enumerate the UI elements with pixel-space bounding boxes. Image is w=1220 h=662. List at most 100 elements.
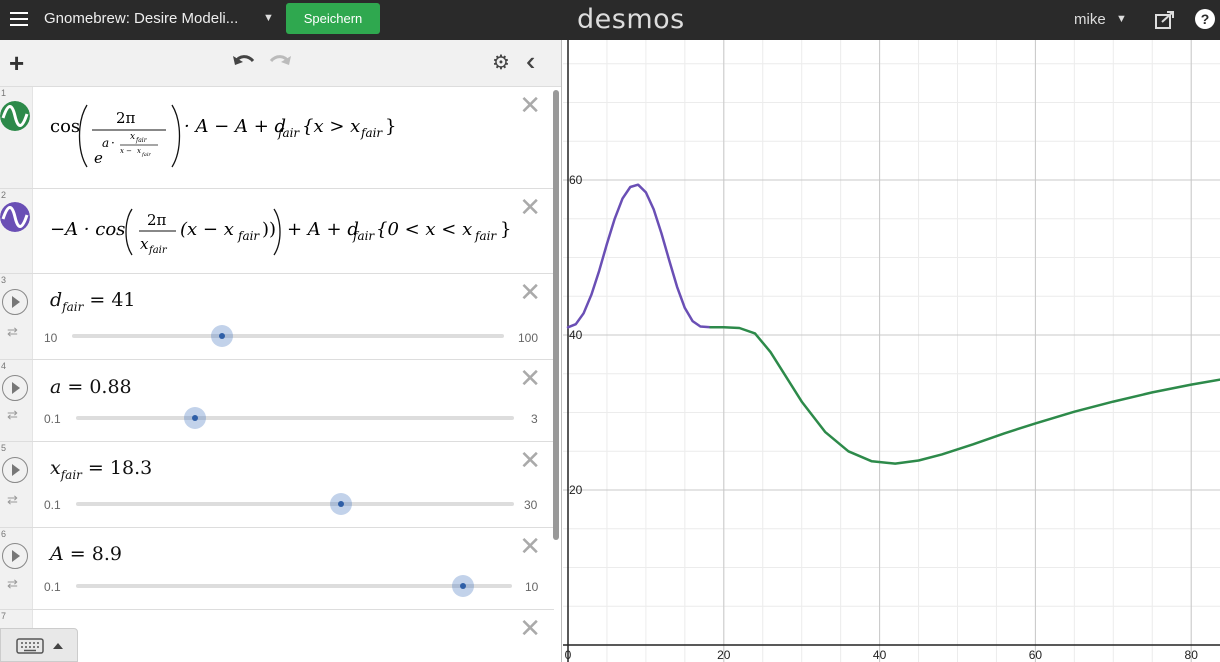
slider-row-A[interactable]: 6 ⇄ A = 8.9 0.1 10 ✕ xyxy=(0,528,554,610)
slider-track[interactable] xyxy=(76,416,514,420)
loop-icon[interactable]: ⇄ xyxy=(7,407,18,423)
delete-expression-icon[interactable]: ✕ xyxy=(519,92,541,118)
save-button[interactable]: Speichern xyxy=(286,3,380,34)
settings-gear-icon[interactable]: ⚙ xyxy=(492,53,510,73)
play-icon[interactable] xyxy=(2,375,28,401)
expr2-denominator: x xyxy=(140,235,149,253)
slider-label[interactable]: A = 8.9 xyxy=(50,543,122,565)
delete-expression-icon[interactable]: ✕ xyxy=(519,615,541,641)
graph-canvas[interactable]: 0 20 40 60 80 20 40 60 xyxy=(563,40,1220,662)
expr2-paren-close: )) xyxy=(262,219,276,240)
expression-gutter: 1 xyxy=(0,87,33,188)
expression-formula-1[interactable]: cos 2π a · x fair x − x fair e · A − A +… xyxy=(50,101,410,180)
series-curve-2 xyxy=(709,326,1220,465)
user-dropdown-icon[interactable]: ▼ xyxy=(1116,13,1127,25)
slider-max[interactable]: 3 xyxy=(531,412,538,426)
expr1-cond-fair: fair xyxy=(360,126,383,140)
slider-handle[interactable] xyxy=(184,407,206,429)
expression-index: 7 xyxy=(1,611,7,621)
slider-label[interactable]: xfair = 18.3 xyxy=(50,457,152,482)
slider-row-d-fair[interactable]: 3 ⇄ dfair = 41 10 100 ✕ xyxy=(0,274,554,360)
slider-handle[interactable] xyxy=(452,575,474,597)
y-tick-label: 40 xyxy=(569,328,583,342)
redo-icon[interactable] xyxy=(268,52,292,70)
purple-curve-icon[interactable] xyxy=(0,202,30,232)
expression-index: 2 xyxy=(1,190,7,200)
expr1-rest: · A − A + d xyxy=(184,116,286,137)
loop-icon[interactable]: ⇄ xyxy=(7,324,18,340)
slider-row-x-fair[interactable]: 5 ⇄ xfair = 18.3 0.1 30 ✕ xyxy=(0,442,554,528)
expr2-rest-fair: fair xyxy=(352,229,375,243)
expr2-numerator: 2π xyxy=(147,211,167,229)
expression-formula-2[interactable]: −A · cos 2π x fair (x − x fair )) + A + … xyxy=(50,203,520,264)
delete-expression-icon[interactable]: ✕ xyxy=(519,365,541,391)
expression-index: 6 xyxy=(1,529,7,539)
add-expression-icon[interactable]: + xyxy=(9,50,24,76)
x-tick-label: 80 xyxy=(1185,648,1199,662)
slider-row-a[interactable]: 4 ⇄ a = 0.88 0.1 3 ✕ xyxy=(0,360,554,442)
expression-index: 3 xyxy=(1,275,7,285)
x-tick-label: 0 xyxy=(565,648,572,662)
help-icon[interactable]: ? xyxy=(1195,9,1215,29)
cos-text: cos xyxy=(50,116,80,137)
undo-icon[interactable] xyxy=(232,52,256,70)
delete-expression-icon[interactable]: ✕ xyxy=(519,533,541,559)
graph-plot[interactable]: 0 20 40 60 80 20 40 60 xyxy=(563,40,1220,662)
expression-toolbar: + ⚙ ‹‹ xyxy=(0,40,561,87)
empty-expression-row[interactable]: 7 ✕ xyxy=(0,610,554,662)
x-tick-label: 40 xyxy=(873,648,887,662)
delete-expression-icon[interactable]: ✕ xyxy=(519,447,541,473)
slider-track[interactable] xyxy=(76,502,514,506)
exp-den-x: x xyxy=(137,147,141,155)
exp-fair: fair xyxy=(135,137,148,144)
delete-expression-icon[interactable]: ✕ xyxy=(519,279,541,305)
collapse-panel-icon[interactable]: ‹‹ xyxy=(526,48,538,74)
play-icon[interactable] xyxy=(2,543,28,569)
slider-min[interactable]: 0.1 xyxy=(44,580,61,594)
expression-gutter: 4 ⇄ xyxy=(0,360,33,441)
expr1-cond-close: } xyxy=(385,116,396,137)
numerator-text: 2π xyxy=(116,109,136,127)
slider-label[interactable]: dfair = 41 xyxy=(50,289,136,314)
var-name: x xyxy=(50,457,61,479)
slider-handle[interactable] xyxy=(330,493,352,515)
slider-max[interactable]: 10 xyxy=(525,580,538,594)
delete-expression-icon[interactable]: ✕ xyxy=(519,194,541,220)
keyboard-icon xyxy=(16,638,63,654)
graph-title[interactable]: Gnomebrew: Desire Modeli... xyxy=(44,10,238,27)
loop-icon[interactable]: ⇄ xyxy=(7,576,18,592)
slider-max[interactable]: 30 xyxy=(524,498,537,512)
slider-max[interactable]: 100 xyxy=(518,331,538,345)
share-icon[interactable] xyxy=(1154,9,1176,31)
slider-track[interactable] xyxy=(72,334,504,338)
green-curve-icon[interactable] xyxy=(0,101,30,131)
e-text: e xyxy=(94,149,103,167)
a-var: a xyxy=(102,136,109,150)
slider-min[interactable]: 0.1 xyxy=(44,412,61,426)
expression-row[interactable]: 2 −A · cos 2π x fair (x − x fair )) + A … xyxy=(0,189,554,274)
slider-handle[interactable] xyxy=(211,325,233,347)
user-menu[interactable]: mike xyxy=(1074,11,1106,28)
play-icon[interactable] xyxy=(2,289,28,315)
expr2-cond-close: } xyxy=(500,219,511,240)
expr2-rest: + A + d xyxy=(287,219,359,240)
slider-min[interactable]: 0.1 xyxy=(44,498,61,512)
var-subscript: fair xyxy=(60,468,82,482)
play-icon[interactable] xyxy=(2,457,28,483)
title-dropdown-icon[interactable]: ▼ xyxy=(263,12,274,24)
slider-track[interactable] xyxy=(76,584,512,588)
expr2-lead: −A · cos xyxy=(50,219,125,240)
panel-scrollbar[interactable] xyxy=(553,90,559,540)
expression-row[interactable]: 1 cos 2π a · x fair x − x fair e · A − A… xyxy=(0,87,554,189)
var-subscript: fair xyxy=(62,300,84,314)
expr1-fair: fair xyxy=(277,126,300,140)
var-name: d xyxy=(50,289,63,311)
y-tick-label: 20 xyxy=(569,483,583,497)
slider-label[interactable]: a = 0.88 xyxy=(50,376,132,398)
keyboard-toggle-button[interactable] xyxy=(0,628,78,662)
expression-gutter: 3 ⇄ xyxy=(0,274,33,359)
loop-icon[interactable]: ⇄ xyxy=(7,492,18,508)
menu-icon[interactable] xyxy=(8,9,30,31)
var-value: = 8.9 xyxy=(63,543,122,565)
slider-min[interactable]: 10 xyxy=(44,331,57,345)
